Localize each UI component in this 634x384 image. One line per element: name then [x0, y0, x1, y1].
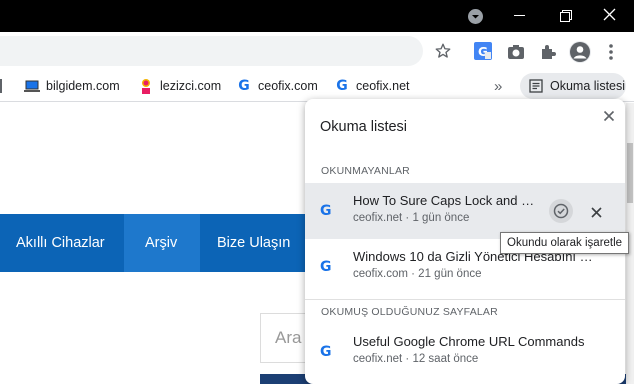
- list-item[interactable]: G Useful Google Chrome URL Commands ceof…: [305, 324, 625, 380]
- item-subtitle: ceofix.com · 21 gün önce: [353, 268, 482, 280]
- chef-icon: [138, 78, 154, 94]
- extensions-icon[interactable]: [539, 43, 557, 61]
- address-bar[interactable]: [0, 36, 451, 66]
- item-title: How To Sure Caps Lock and Num Lock: [353, 193, 539, 208]
- ceofix-logo-icon: G: [320, 344, 332, 360]
- ceofix-logo-icon: G: [238, 78, 250, 94]
- bookmark-label: ceofix.net: [356, 79, 410, 93]
- divider: [305, 299, 625, 300]
- bookmark-item[interactable]: G ceofix.net: [334, 70, 410, 102]
- bookmark-label: lezizci.com: [160, 79, 222, 93]
- bookmark-item[interactable]: lezizci.com: [138, 70, 221, 102]
- profile-menu-icon[interactable]: [468, 9, 483, 24]
- close-window-icon[interactable]: [603, 8, 616, 21]
- bookmark-item[interactable]: bilgidem.com: [24, 70, 120, 102]
- nav-label: Akıllı Cihazlar: [16, 235, 105, 251]
- translate-icon[interactable]: G: [474, 42, 492, 60]
- nav-item-bize-ulasin[interactable]: Bize Ulaşın: [200, 214, 310, 272]
- ceofix-logo-icon: G: [320, 259, 332, 275]
- panel-close-icon[interactable]: [603, 109, 615, 122]
- ceofix-logo-icon: G: [336, 78, 348, 94]
- bookmark-item[interactable]: G ceofix.com: [236, 70, 318, 102]
- item-subtitle: ceofix.net · 12 saat önce: [353, 353, 479, 365]
- mark-as-read-icon[interactable]: [549, 199, 573, 223]
- nav-item-akilli-cihazlar[interactable]: Akıllı Cihazlar: [0, 214, 124, 272]
- remove-item-icon[interactable]: [591, 205, 602, 218]
- nav-item-arsiv[interactable]: Arşiv: [124, 214, 200, 272]
- search-placeholder: Ara: [275, 328, 302, 347]
- site-nav: Akıllı Cihazlar Arşiv Bize Ulaşın: [0, 214, 310, 272]
- laptop-icon: [24, 78, 40, 94]
- nav-label: Bize Ulaşın: [217, 235, 291, 251]
- camera-icon[interactable]: [507, 44, 525, 60]
- star-icon[interactable]: [434, 42, 452, 60]
- reading-list-icon: [528, 78, 544, 94]
- panel-title: Okuma listesi: [320, 119, 408, 135]
- reading-list-label: Okuma listesi: [550, 79, 626, 93]
- bookmark-label: bilgidem.com: [46, 79, 120, 93]
- minimize-icon[interactable]: [514, 15, 525, 16]
- tooltip: Okundu olarak işaretle: [500, 232, 630, 254]
- ceofix-logo-icon: G: [320, 203, 332, 219]
- nav-label: Arşiv: [145, 235, 178, 251]
- title-bar: [0, 0, 634, 32]
- scrollbar-thumb[interactable]: [627, 143, 633, 203]
- item-subtitle: ceofix.net · 1 gün önce: [353, 212, 470, 224]
- section-header-read: OKUMUŞ OLDUĞUNUZ SAYFALAR: [321, 306, 498, 318]
- menu-icon[interactable]: [608, 43, 614, 61]
- profile-icon[interactable]: [569, 41, 591, 63]
- bookmark-label: ceofix.com: [258, 79, 318, 93]
- bookmark-cut-edge: [0, 70, 12, 102]
- bookmarks-bar: bilgidem.com lezizci.com G ceofix.com G …: [0, 70, 634, 102]
- restore-icon[interactable]: [560, 9, 572, 22]
- item-title: Useful Google Chrome URL Commands: [353, 334, 585, 349]
- section-header-unread: OKUNMAYANLAR: [321, 165, 410, 177]
- reading-list-button[interactable]: Okuma listesi: [520, 73, 626, 99]
- bookmarks-overflow-button[interactable]: »: [494, 70, 502, 102]
- list-item[interactable]: G How To Sure Caps Lock and Num Lock ceo…: [305, 183, 625, 239]
